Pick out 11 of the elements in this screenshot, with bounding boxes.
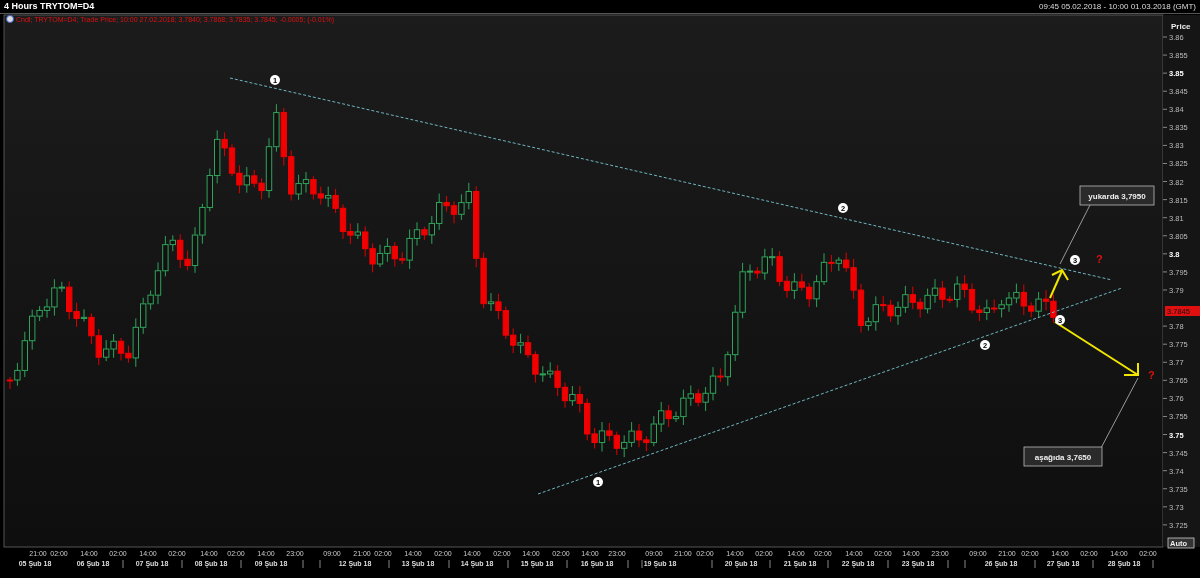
question-mark: ? [1096,253,1103,265]
date-range: 09:45 05.02.2018 - 10:00 01.03.2018 (GMT) [1039,2,1196,11]
leader-line [1100,377,1139,449]
leader-line [1059,204,1091,265]
axis-title: Price [1171,22,1191,31]
window-title: 4 Hours TRYTOM=D4 [4,2,95,11]
callout-label: yukarda 3,7950 [1079,185,1155,206]
callout-label: aşağıda 3,7650 [1023,446,1103,467]
question-mark: ? [1148,369,1155,381]
chart-icon [6,15,14,23]
up-arrow [1049,268,1069,299]
